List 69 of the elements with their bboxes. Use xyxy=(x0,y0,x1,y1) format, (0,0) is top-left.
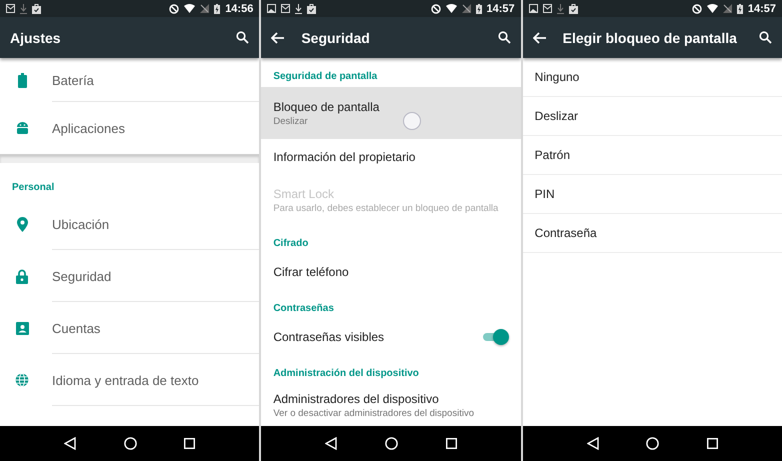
screen-title: Elegir bloqueo de pantalla xyxy=(562,30,738,46)
location-pin-icon xyxy=(16,216,28,232)
setting-label: Contraseñas visibles xyxy=(273,330,386,344)
status-time: 14:57 xyxy=(486,2,515,14)
screen-title: Seguridad xyxy=(301,30,371,46)
mail-icon xyxy=(281,4,290,13)
lock-option[interactable]: PIN xyxy=(522,175,782,214)
recents-button[interactable] xyxy=(184,438,196,449)
back-button[interactable] xyxy=(532,32,547,44)
mail-icon xyxy=(6,4,15,13)
toggle-switch[interactable] xyxy=(480,329,509,345)
do-not-disturb-icon xyxy=(169,4,180,14)
battery-charging-icon xyxy=(214,4,220,14)
download-icon xyxy=(20,4,27,14)
shopping-bag-icon xyxy=(568,4,578,14)
lock-option[interactable]: Deslizar xyxy=(522,97,782,136)
account-card-icon xyxy=(16,322,28,334)
settings-item[interactable]: Bloqueo de pantalla Deslizar xyxy=(261,87,521,139)
settings-item[interactable]: Idioma y entrada de texto xyxy=(0,354,260,406)
search-button[interactable] xyxy=(498,31,511,44)
settings-item[interactable]: Cuentas xyxy=(0,302,260,354)
download-icon xyxy=(295,4,302,14)
touch-indicator xyxy=(403,112,422,130)
recents-button[interactable] xyxy=(707,438,718,449)
globe-icon xyxy=(15,373,29,387)
shopping-bag-icon xyxy=(32,4,41,14)
home-button[interactable] xyxy=(124,437,137,450)
back-nav-button[interactable] xyxy=(64,437,76,450)
do-not-disturb-icon xyxy=(430,4,441,14)
picture-icon xyxy=(528,4,538,13)
section-header: Seguridad de pantalla xyxy=(272,70,378,84)
settings-item[interactable]: Ubicación xyxy=(0,198,260,250)
battery-charging-icon xyxy=(476,4,482,14)
section-header: Cifrado xyxy=(272,237,310,251)
lock-option[interactable]: Ninguno xyxy=(522,58,782,97)
recents-button[interactable] xyxy=(446,438,457,449)
back-button[interactable] xyxy=(271,32,286,44)
settings-item[interactable]: Batería xyxy=(0,58,260,102)
back-nav-button[interactable] xyxy=(586,437,599,450)
lock-option[interactable]: Patrón xyxy=(522,136,782,175)
search-button[interactable] xyxy=(758,31,772,44)
mail-icon xyxy=(542,4,552,13)
wifi-icon xyxy=(706,4,718,13)
status-time: 14:56 xyxy=(225,2,254,14)
lock-option[interactable]: Contraseña xyxy=(522,214,782,253)
screen-title: Ajustes xyxy=(10,30,62,46)
section-header: Personal xyxy=(11,181,56,195)
section-header: Administración del dispositivo xyxy=(272,367,420,381)
no-signal-icon xyxy=(722,4,732,13)
no-signal-icon xyxy=(200,4,210,13)
android-icon xyxy=(16,121,28,135)
battery-icon xyxy=(18,72,26,88)
back-nav-button[interactable] xyxy=(325,437,338,450)
no-signal-icon xyxy=(462,4,471,13)
lock-icon xyxy=(16,268,28,284)
settings-item[interactable]: Seguridad xyxy=(0,250,260,302)
wifi-icon xyxy=(446,4,457,13)
picture-icon xyxy=(267,4,276,13)
download-icon xyxy=(556,4,564,14)
settings-item[interactable]: Aplicaciones xyxy=(0,102,260,154)
section-header: Contraseñas xyxy=(272,302,335,316)
wifi-icon xyxy=(184,4,196,13)
shopping-bag-icon xyxy=(307,4,316,14)
home-button[interactable] xyxy=(646,437,660,450)
home-button[interactable] xyxy=(384,437,398,450)
search-button[interactable] xyxy=(236,31,250,44)
battery-charging-icon xyxy=(736,4,743,14)
status-time: 14:57 xyxy=(748,2,776,14)
do-not-disturb-icon xyxy=(692,4,702,14)
